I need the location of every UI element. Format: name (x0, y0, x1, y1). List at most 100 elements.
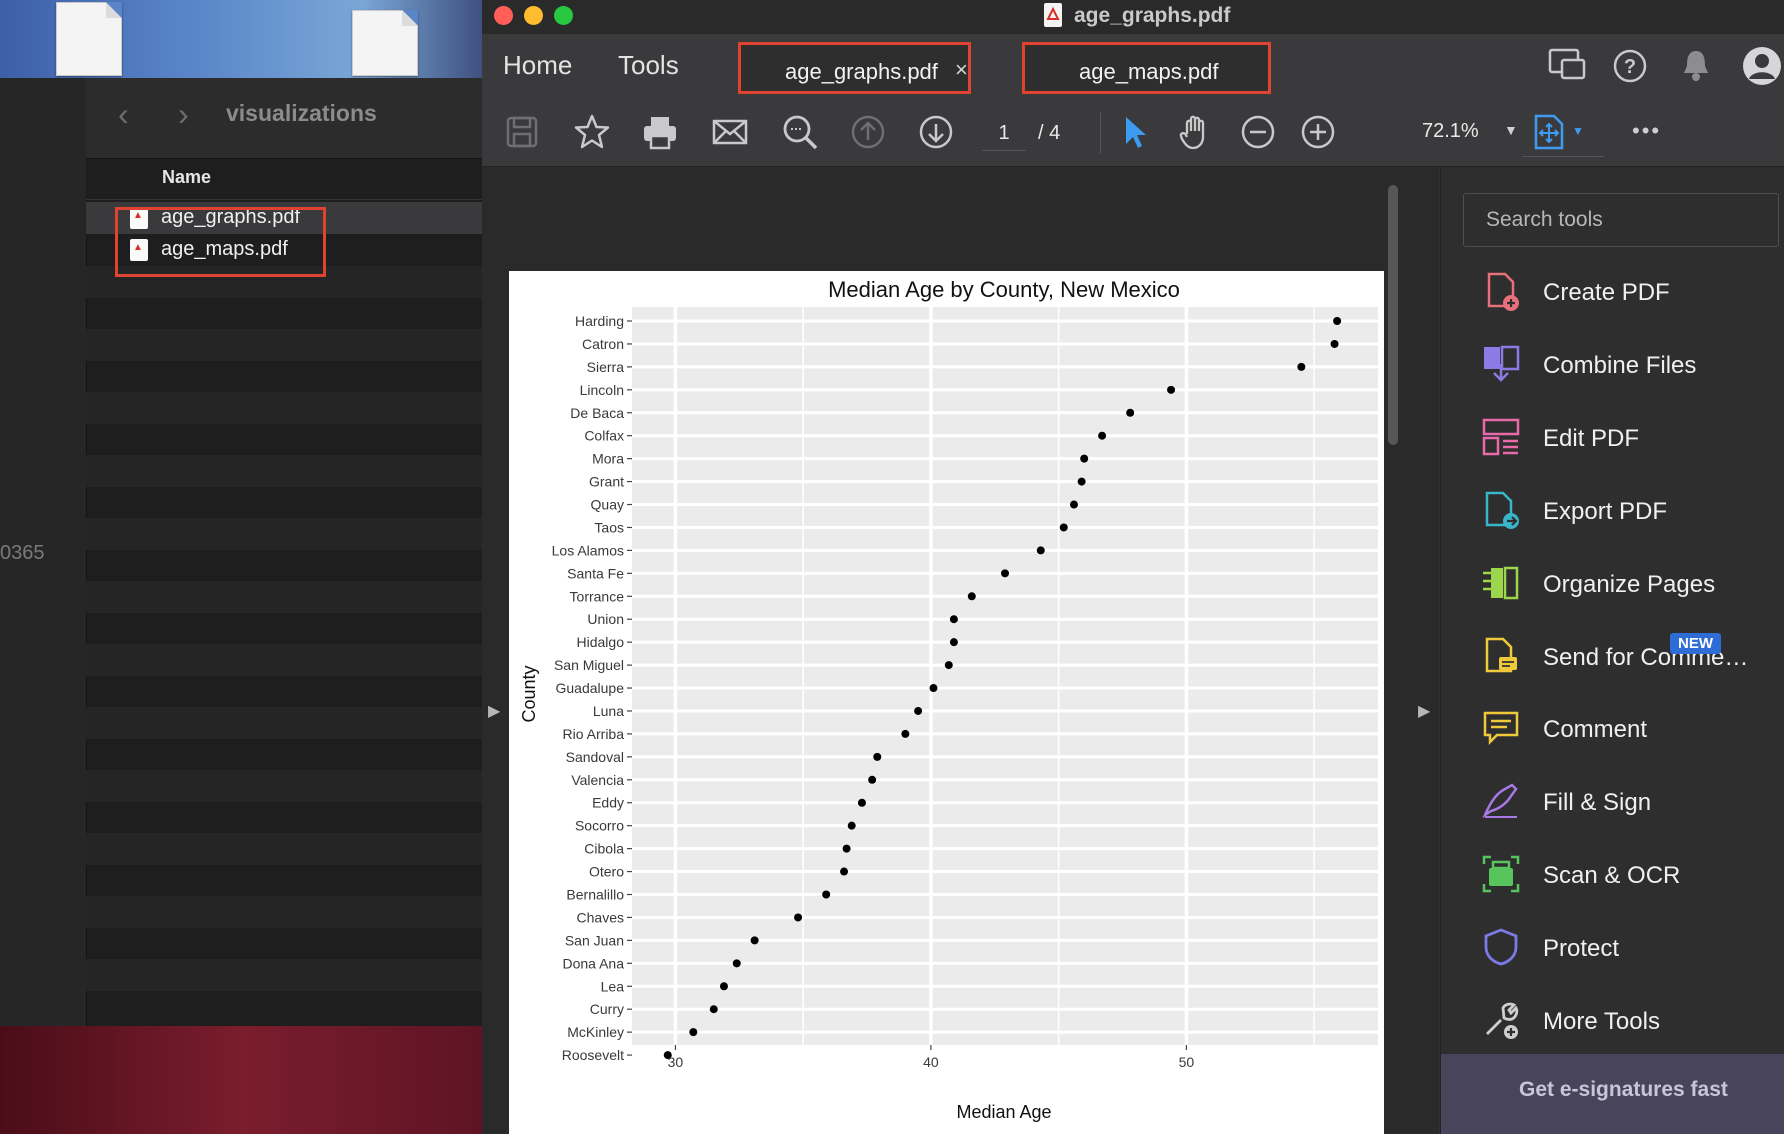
bookmark-star-icon[interactable] (572, 112, 612, 152)
tool-item[interactable]: Organize Pages (1481, 559, 1781, 613)
share-screen-icon[interactable] (1548, 48, 1586, 82)
tool-item[interactable]: More Tools (1481, 996, 1781, 1050)
data-point (967, 592, 976, 601)
find-zoom-icon[interactable] (780, 112, 820, 152)
median-age-chart: Median Age by County, New Mexico Harding… (519, 277, 1378, 1122)
select-pointer-icon[interactable] (1114, 112, 1154, 152)
organize-pages-icon (1483, 566, 1519, 600)
x-axis-title: Median Age (956, 1102, 1051, 1122)
data-point (914, 706, 923, 715)
previous-page-icon[interactable] (848, 112, 888, 152)
empty-row (86, 392, 482, 424)
y-tick-label: Roosevelt (562, 1047, 624, 1063)
email-icon[interactable] (710, 112, 750, 152)
desktop-file-thumbnail[interactable] (352, 10, 418, 76)
zoom-level-select[interactable]: 72.1% (1422, 120, 1479, 143)
data-point (1297, 362, 1306, 371)
finder-column-header[interactable]: Name (86, 159, 482, 200)
close-tab-icon[interactable]: × (955, 57, 968, 83)
close-window-button[interactable] (494, 6, 513, 25)
more-options-icon[interactable]: ••• (1632, 118, 1661, 144)
data-point (794, 913, 803, 922)
data-point (750, 936, 759, 945)
tool-item[interactable]: Comment (1481, 704, 1781, 758)
tool-label: Protect (1543, 935, 1620, 962)
tool-item[interactable]: Create PDF (1481, 267, 1781, 321)
scrollbar-thumb[interactable] (1388, 185, 1398, 445)
data-point (1077, 477, 1086, 486)
pdf-page: Median Age by County, New Mexico Harding… (509, 271, 1387, 1134)
save-icon[interactable] (502, 112, 542, 152)
next-page-icon[interactable] (916, 112, 956, 152)
new-badge: NEW (1670, 633, 1721, 654)
protect-icon (1484, 928, 1518, 966)
desktop-file-thumbnail[interactable] (56, 2, 122, 76)
y-axis-title: County (519, 665, 539, 722)
tool-label: Combine Files (1543, 352, 1697, 379)
y-tick-label: Mora (592, 451, 624, 467)
y-tick-label: San Miguel (554, 657, 624, 673)
empty-row (86, 581, 482, 613)
y-tick-label: Guadalupe (555, 680, 624, 696)
data-point (719, 982, 728, 991)
tool-item[interactable]: Send for Comme… (1481, 632, 1781, 686)
empty-row (86, 896, 482, 928)
chevron-down-icon[interactable]: ▼ (1504, 122, 1518, 138)
document-toolbar: 1 / 4 72.1% ▼ ▼ ••• (482, 100, 1784, 167)
zoom-out-icon[interactable] (1238, 112, 1278, 152)
x-axis-labels: 30 40 50 (668, 1045, 1194, 1070)
tool-item[interactable]: Export PDF (1481, 486, 1781, 540)
tool-item[interactable]: Edit PDF (1481, 413, 1781, 467)
y-tick-label: San Juan (565, 932, 624, 948)
data-point (857, 798, 866, 807)
tool-item[interactable]: Scan & OCR (1481, 850, 1781, 904)
fit-page-icon[interactable] (1530, 112, 1570, 152)
tab-age-graphs[interactable]: age_graphs.pdf × (738, 42, 971, 94)
y-tick-label: Hidalgo (577, 634, 625, 650)
tool-label: More Tools (1543, 1008, 1660, 1035)
page-number-input[interactable]: 1 (982, 116, 1026, 151)
files-highlight-box (115, 207, 326, 277)
back-icon[interactable]: ‹ (118, 96, 129, 133)
empty-row (86, 833, 482, 865)
data-point (949, 638, 958, 647)
y-tick-label: Quay (591, 497, 624, 513)
print-icon[interactable] (640, 112, 680, 152)
data-point (868, 775, 877, 784)
document-viewport[interactable]: Median Age by County, New Mexico Harding… (482, 167, 1439, 1134)
notifications-bell-icon[interactable] (1680, 48, 1712, 84)
data-point (1001, 569, 1009, 578)
y-axis-labels: Harding Catron Sierra Lincoln De Baca Colfax M… (552, 313, 632, 1063)
forward-icon[interactable]: › (178, 96, 189, 133)
data-point (1167, 385, 1176, 394)
minimize-window-button[interactable] (524, 6, 543, 25)
name-column-header[interactable]: Name (162, 167, 211, 188)
scan-ocr-icon (1482, 855, 1520, 893)
tool-label: Comment (1543, 716, 1648, 743)
tab-age-maps[interactable]: age_maps.pdf (1022, 42, 1271, 94)
user-avatar-icon[interactable] (1742, 46, 1782, 86)
hand-tool-icon[interactable] (1176, 112, 1216, 152)
promo-banner[interactable]: Get e-signatures fast (1441, 1054, 1784, 1134)
collapse-right-panel-icon[interactable]: ▶ (1418, 701, 1430, 721)
tool-item[interactable]: Fill & Sign (1481, 777, 1781, 831)
data-point (847, 821, 856, 830)
zoom-in-icon[interactable] (1298, 112, 1338, 152)
data-point (1059, 523, 1068, 532)
expand-left-panel-icon[interactable]: ▶ (488, 701, 500, 721)
tab-home[interactable]: Home (503, 50, 572, 81)
desktop-background-bottom (0, 1026, 484, 1134)
tool-label: Edit PDF (1543, 425, 1640, 452)
data-point (929, 684, 938, 693)
tool-label: Fill & Sign (1543, 789, 1652, 816)
search-tools-input[interactable]: Search tools (1463, 193, 1779, 247)
tool-item[interactable]: Combine Files (1481, 340, 1781, 394)
y-tick-label: Chaves (577, 909, 624, 925)
zoom-window-button[interactable] (554, 6, 573, 25)
tab-tools[interactable]: Tools (618, 50, 679, 81)
help-icon[interactable]: ? (1612, 48, 1648, 84)
y-tick-label: Taos (594, 519, 624, 535)
combine-files-icon (1484, 345, 1520, 382)
tool-item[interactable]: Protect (1481, 923, 1781, 977)
chevron-down-icon[interactable]: ▼ (1572, 124, 1584, 138)
